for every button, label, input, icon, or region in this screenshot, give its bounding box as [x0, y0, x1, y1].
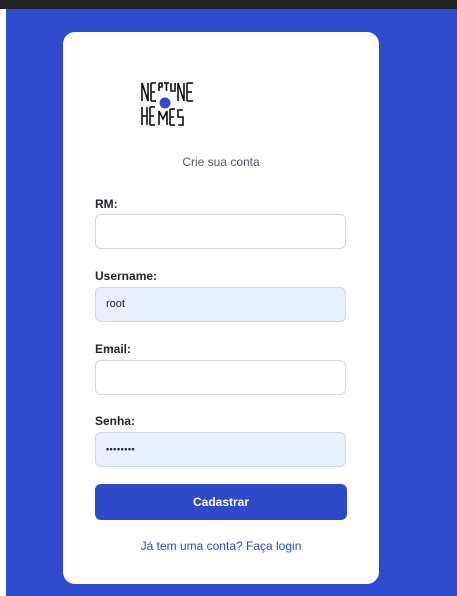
password-input[interactable]: ••••••••: [95, 432, 346, 467]
email-input[interactable]: [95, 360, 346, 395]
register-button[interactable]: Cadastrar: [95, 484, 347, 520]
rm-input[interactable]: [95, 214, 346, 249]
neptune-homes-logo: [141, 82, 193, 126]
rm-label: RM:: [95, 197, 118, 211]
window-top-bar: [0, 0, 457, 9]
login-link[interactable]: Já tem uma conta? Faça login: [63, 539, 379, 553]
username-input[interactable]: root: [95, 287, 346, 322]
email-label: Email:: [95, 342, 132, 356]
username-label: Username:: [95, 269, 158, 283]
form-subtitle: Crie sua conta: [182, 155, 260, 169]
password-label: Senha:: [95, 414, 136, 428]
